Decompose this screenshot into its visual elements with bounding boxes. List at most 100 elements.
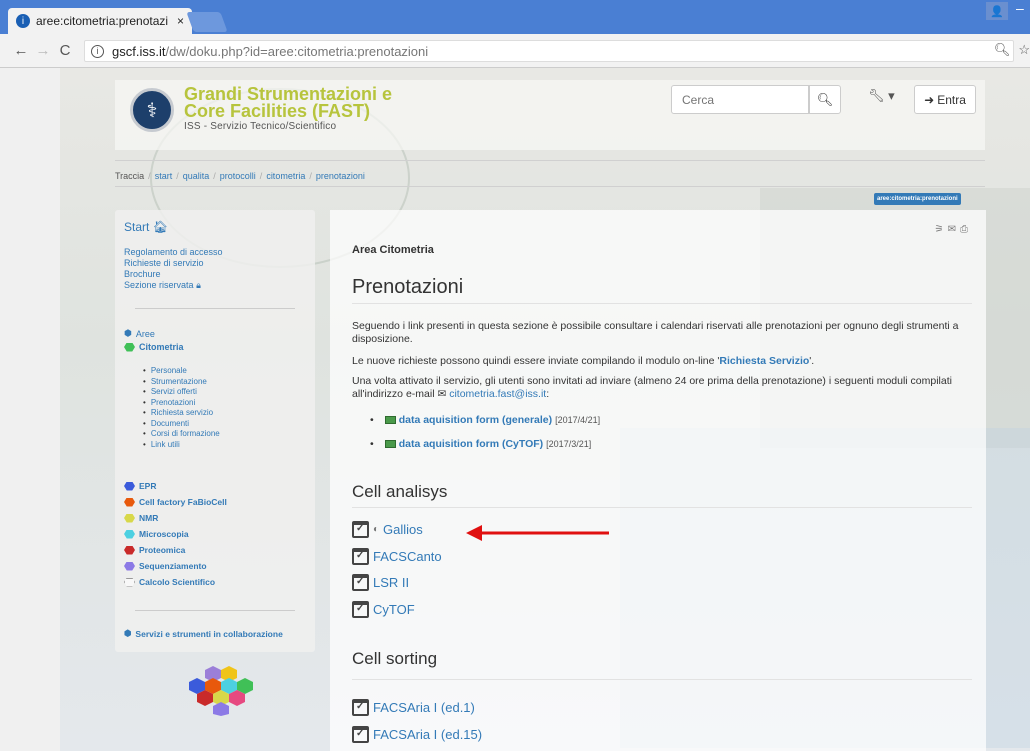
minimize-icon[interactable]: –: [1016, 0, 1030, 20]
sidebar-subitem[interactable]: Corsi di formazione: [143, 429, 220, 440]
sidebar-subitem[interactable]: Documenti: [143, 419, 220, 430]
sidebar-item-proteomica[interactable]: Proteomica: [124, 542, 227, 558]
list-item: data aquisition form (generale) [2017/4/…: [370, 408, 600, 432]
mail-icon: ✉: [437, 388, 447, 400]
sidebar-subitem[interactable]: Servizi offerti: [143, 387, 220, 398]
request-paragraph: Le nuove richieste possono quindi essere…: [352, 355, 815, 367]
site-info-icon[interactable]: i: [91, 44, 104, 58]
hexagon-icon: [124, 481, 135, 491]
address-bar-icons: 🔍︎ ☆: [994, 42, 1030, 58]
instrument-link[interactable]: FACSCanto: [352, 548, 442, 565]
instrument-link[interactable]: FACSAria I (ed.15): [352, 726, 482, 743]
section-title-cell-sorting: Cell sorting: [352, 649, 438, 668]
address-bar[interactable]: i gscf.iss.it/dw/doku.php?id=aree:citome…: [84, 40, 1014, 62]
hexagon-icon: [124, 342, 135, 352]
sidebar-item-collaborazione[interactable]: ⬢ Servizi e strumenti in collaborazione: [124, 628, 283, 639]
sidebar-item-aree[interactable]: ⬢ Aree: [124, 328, 155, 339]
reload-icon[interactable]: C: [54, 42, 76, 59]
sidebar-subitem[interactable]: Strumentazione: [143, 377, 220, 388]
search-icon: 🔍︎: [816, 91, 834, 107]
divider: [352, 679, 972, 680]
sidebar-item-calcolo[interactable]: Calcolo Scientifico: [124, 574, 227, 590]
richiesta-servizio-link[interactable]: Richiesta Servizio: [719, 355, 809, 367]
site-subtitle: ISS - Servizio Tecnico/Scientifico: [184, 121, 337, 132]
main-content: ⚞✉⎙ Area Citometria Prenotazioni Seguend…: [330, 210, 986, 751]
sidebar-subitem[interactable]: Richiesta servizio: [143, 408, 220, 419]
browser-tab[interactable]: i aree:citometria:prenotazi ×: [8, 8, 192, 34]
mail-icon[interactable]: ✉: [948, 224, 960, 235]
tab-close-icon[interactable]: ×: [177, 14, 184, 28]
iss-logo-icon[interactable]: ⚕: [130, 88, 174, 132]
instrument-link[interactable]: ◐Gallios: [352, 521, 423, 538]
page-title: Prenotazioni: [352, 276, 464, 298]
url-path: /dw/doku.php?id=aree:citometria:prenotaz…: [165, 43, 429, 59]
breadcrumb-item[interactable]: protocolli: [220, 171, 256, 181]
search-input[interactable]: [671, 85, 809, 114]
instrument-link[interactable]: FACSAria I (ed.1): [352, 699, 475, 716]
download-link[interactable]: data aquisition form (generale): [399, 414, 552, 426]
breadcrumb-item[interactable]: citometria: [266, 171, 305, 181]
download-date: [2017/3/21]: [546, 439, 592, 449]
breadcrumb-item[interactable]: start: [155, 171, 173, 181]
sidebar-subitem[interactable]: Prenotazioni: [143, 398, 220, 409]
page-tools: ⚞✉⎙: [935, 224, 972, 235]
breadcrumb-item[interactable]: qualita: [183, 171, 210, 181]
sidebar-subitem[interactable]: Personale: [143, 366, 220, 377]
tab-title: aree:citometria:prenotazi: [36, 14, 169, 28]
print-icon[interactable]: ⎙: [960, 224, 972, 235]
download-list: data aquisition form (generale) [2017/4/…: [370, 408, 600, 456]
breadcrumb: Traccia / start / qualita / protocolli / citomet…: [115, 171, 365, 181]
sidebar-areas: EPR Cell factory FaBioCell NMR Microscop…: [124, 478, 227, 590]
section-title-cell-analisys: Cell analisys: [352, 482, 448, 501]
sidebar-item-citometria[interactable]: Citometria: [124, 342, 184, 352]
calendar-icon: [352, 574, 369, 591]
sidebar-link[interactable]: Sezione riservata 🔒︎: [124, 280, 223, 291]
web-page: ⚕ Grandi Strumentazioni e Core Facilitie…: [0, 68, 1030, 751]
profile-icon[interactable]: 👤: [986, 2, 1008, 20]
sidebar-start-link[interactable]: Start 🏠︎: [124, 220, 168, 234]
back-icon[interactable]: ←: [10, 42, 32, 59]
rss-icon[interactable]: ⚞: [935, 224, 948, 235]
sidebar-item-epr[interactable]: EPR: [124, 478, 227, 494]
calendar-icon: [352, 726, 369, 743]
citometria-sublist: Personale Strumentazione Servizi offerti…: [143, 366, 220, 450]
sidebar-link[interactable]: Richieste di servizio: [124, 258, 223, 269]
divider: [352, 303, 972, 304]
sidebar-link[interactable]: Regolamento di accesso: [124, 247, 223, 258]
sidebar-item-cell-factory[interactable]: Cell factory FaBioCell: [124, 494, 227, 510]
sidebar-item-microscopia[interactable]: Microscopia: [124, 526, 227, 542]
list-item: data aquisition form (CyTOF) [2017/3/21]: [370, 432, 600, 456]
sidebar-subitem[interactable]: Link utili: [143, 440, 220, 451]
download-date: [2017/4/21]: [555, 415, 601, 425]
breadcrumb-item[interactable]: prenotazioni: [316, 171, 365, 181]
sidebar-link[interactable]: Brochure: [124, 269, 223, 280]
pagename-badge[interactable]: aree:citometria:prenotazioni: [874, 193, 961, 205]
breadcrumb-label: Traccia: [115, 171, 145, 181]
search-button[interactable]: 🔍︎: [809, 85, 841, 114]
wrench-icon: 🔧︎: [868, 88, 885, 103]
login-button[interactable]: ➜ Entra: [914, 85, 976, 114]
annotation-arrow-icon: [466, 525, 609, 541]
sign-in-icon: ➜: [924, 92, 935, 107]
info-favicon-icon: i: [16, 14, 30, 28]
download-link[interactable]: data aquisition form (CyTOF): [399, 438, 543, 450]
email-link[interactable]: citometria.fast@iss.it: [449, 388, 546, 400]
tools-dropdown[interactable]: 🔧︎ ▾: [868, 88, 895, 104]
sidebar-item-sequenziamento[interactable]: Sequenziamento: [124, 558, 227, 574]
area-label: Area Citometria: [352, 244, 434, 256]
site-title-line2: Core Facilities (FAST): [184, 101, 371, 121]
window-controls: 👤 –: [986, 0, 1030, 20]
sidebar-item-nmr[interactable]: NMR: [124, 510, 227, 526]
instrument-link[interactable]: CyTOF: [352, 601, 415, 618]
instrument-link[interactable]: LSR II: [352, 574, 409, 591]
url-host: gscf.iss.it: [112, 43, 166, 59]
divider: [352, 507, 972, 508]
lock-icon: 🔒︎: [196, 280, 201, 290]
login-label: Entra: [937, 92, 966, 107]
bookmark-star-icon[interactable]: ☆: [1018, 42, 1030, 58]
forward-icon[interactable]: →: [32, 42, 54, 59]
file-icon: [384, 416, 396, 424]
zoom-icon[interactable]: 🔍︎: [994, 42, 1011, 58]
new-tab-button[interactable]: [186, 12, 228, 32]
site-title[interactable]: Grandi Strumentazioni e Core Facilities …: [184, 85, 392, 121]
